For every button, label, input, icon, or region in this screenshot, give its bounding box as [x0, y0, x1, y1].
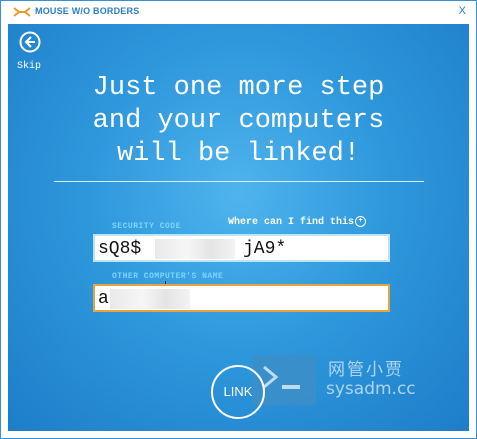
other-computer-name-input[interactable]: a — [93, 284, 390, 312]
security-code-start: sQ8$ — [98, 239, 142, 259]
app-logo-icon — [13, 7, 31, 17]
redacted-block — [110, 289, 190, 309]
redacted-block — [155, 239, 235, 259]
computer-name-start: a — [98, 289, 109, 309]
title-bar: MOUSE W/O BORDERS X — [1, 1, 476, 23]
watermark-domain: sysadm.cc — [326, 379, 416, 399]
mouse-without-borders-window: MOUSE W/O BORDERS X Skip Just one more s… — [0, 0, 477, 439]
security-code-end: jA9* — [243, 239, 287, 259]
help-link-text: Where can I find this — [228, 217, 355, 229]
link-label: LINK — [223, 384, 253, 399]
skip-label: Skip — [17, 61, 42, 72]
other-computer-name-label: OTHER COMPUTER'S NAME — [112, 272, 224, 281]
back-arrow-icon — [19, 31, 41, 53]
help-icon: + — [355, 216, 367, 227]
window-title: MOUSE W/O BORDERS — [35, 6, 140, 16]
close-button[interactable]: X — [459, 5, 466, 17]
setup-panel: Skip Just one more step and your compute… — [8, 24, 469, 431]
headline-text: Just one more step and your computers wi… — [92, 73, 385, 169]
link-button[interactable]: LINK — [211, 365, 265, 419]
divider — [54, 181, 424, 182]
security-code-input[interactable]: sQ8$ jA9* — [93, 234, 390, 262]
security-code-label: SECURITY CODE — [112, 222, 181, 231]
watermark-chinese: 网管小贾 — [328, 360, 404, 380]
where-to-find-link[interactable]: Where can I find this + — [228, 216, 367, 229]
